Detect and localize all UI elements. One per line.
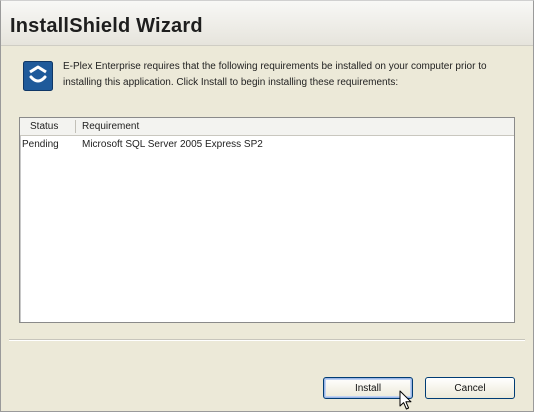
cancel-button[interactable]: Cancel (425, 377, 515, 399)
installshield-wizard-window: InstallShield Wizard E-Plex Enterprise r… (0, 0, 534, 412)
column-header-status[interactable]: Status (30, 118, 58, 135)
installer-info-icon (23, 61, 53, 91)
requirements-message: E-Plex Enterprise requires that the foll… (63, 61, 487, 88)
title-bar[interactable]: InstallShield Wizard (1, 1, 533, 46)
column-separator[interactable] (75, 120, 76, 133)
row-requirement: Microsoft SQL Server 2005 Express SP2 (82, 139, 263, 150)
row-status: Pending (22, 139, 59, 150)
table-row[interactable]: Pending Microsoft SQL Server 2005 Expres… (20, 137, 514, 153)
mouse-pointer-icon (399, 390, 413, 410)
button-area-divider (9, 339, 525, 341)
requirements-list[interactable]: Status Requirement Pending Microsoft SQL… (19, 117, 515, 323)
window-title: InstallShield Wizard (10, 15, 203, 37)
requirements-list-header: Status Requirement (20, 118, 514, 136)
column-header-requirement[interactable]: Requirement (82, 118, 139, 135)
